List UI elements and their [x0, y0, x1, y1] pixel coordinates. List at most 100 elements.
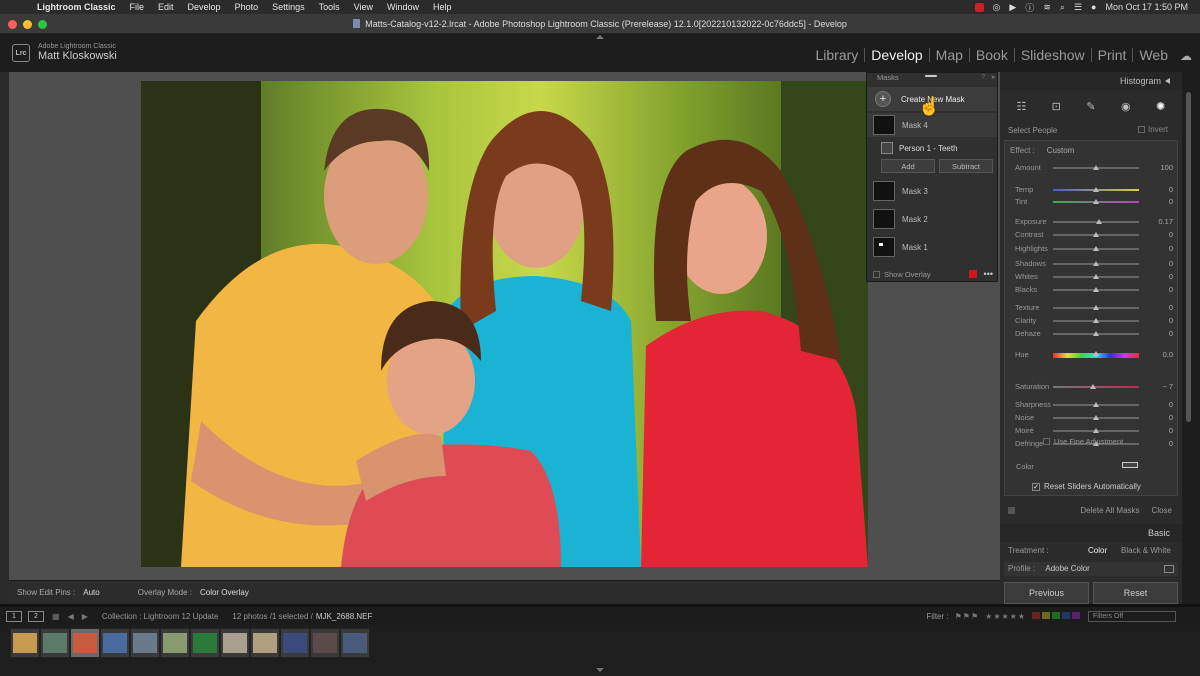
masking-icon[interactable]: ✺: [1153, 100, 1169, 113]
slider-amount[interactable]: Amount 100: [1015, 163, 1173, 173]
delete-all-masks-button[interactable]: Delete All Masks: [1080, 506, 1139, 515]
filmstrip-thumbnail[interactable]: [190, 628, 220, 658]
slider-dehaze[interactable]: Dehaze 0: [1015, 329, 1173, 339]
close-window-icon[interactable]: [8, 20, 17, 29]
filters-off-select[interactable]: Filters Off: [1088, 610, 1176, 622]
cloud-sync-icon[interactable]: ☁: [1180, 49, 1192, 63]
primary-window-button[interactable]: 1: [6, 610, 22, 622]
edit-sliders-icon[interactable]: ☷: [1013, 100, 1029, 113]
slider-value[interactable]: 0: [1169, 303, 1173, 312]
slider-value[interactable]: 0: [1169, 439, 1173, 448]
scrollbar-thumb[interactable]: [1186, 92, 1191, 422]
slider-track[interactable]: [1053, 274, 1139, 279]
spotlight-icon[interactable]: ⌕: [1060, 2, 1065, 13]
subtract-button[interactable]: Subtract: [939, 159, 993, 173]
filename-dropdown[interactable]: MJK_2688.NEF: [316, 612, 372, 621]
menu-app[interactable]: Lightroom Classic: [30, 2, 123, 12]
slider-knob[interactable]: [1093, 331, 1099, 336]
slider-knob[interactable]: [1093, 246, 1099, 251]
slider-track[interactable]: [1053, 402, 1139, 407]
filmstrip-thumbnail[interactable]: [100, 628, 130, 658]
red-eye-icon[interactable]: ◉: [1118, 100, 1134, 113]
back-arrow-icon[interactable]: ◀: [68, 612, 74, 621]
slider-track[interactable]: [1053, 351, 1139, 358]
slider-whites[interactable]: Whites 0: [1015, 272, 1173, 282]
slider-value[interactable]: − 7: [1162, 382, 1173, 391]
slider-value[interactable]: 0: [1169, 259, 1173, 268]
slider-track[interactable]: [1053, 199, 1139, 204]
slider-exposure[interactable]: Exposure 0.17: [1015, 217, 1173, 227]
show-overlay-checkbox[interactable]: [873, 270, 880, 278]
checkmark-icon[interactable]: ✓: [1032, 482, 1040, 491]
slider-track[interactable]: [1053, 415, 1139, 420]
slider-knob[interactable]: [1093, 165, 1099, 170]
drag-handle[interactable]: [925, 75, 937, 77]
slider-track[interactable]: [1053, 318, 1139, 323]
slider-value[interactable]: 0: [1169, 329, 1173, 338]
menu-edit[interactable]: Edit: [151, 2, 181, 12]
slider-track[interactable]: [1053, 305, 1139, 310]
slider-knob[interactable]: [1093, 428, 1099, 433]
more-options-icon[interactable]: •••: [984, 269, 993, 279]
masks-header[interactable]: Masks ? »: [867, 73, 997, 83]
treatment-bw-option[interactable]: Black & White: [1121, 546, 1171, 555]
treatment-color-option[interactable]: Color: [1088, 546, 1107, 555]
previous-button[interactable]: Previous: [1004, 582, 1089, 604]
filmstrip-thumbnail[interactable]: [70, 628, 100, 658]
slider-contrast[interactable]: Contrast 0: [1015, 230, 1173, 240]
slider-value[interactable]: 0: [1169, 197, 1173, 206]
filmstrip-thumbnail[interactable]: [130, 628, 160, 658]
slider-track[interactable]: [1053, 187, 1139, 192]
slider-track[interactable]: [1053, 246, 1139, 251]
info-icon[interactable]: ⓘ: [1025, 1, 1034, 14]
slider-track[interactable]: [1053, 232, 1139, 237]
slider-moir[interactable]: Moiré 0: [1015, 426, 1173, 436]
effect-preset-select[interactable]: Custom: [1047, 146, 1075, 155]
slider-value[interactable]: 0: [1169, 185, 1173, 194]
overlay-color-swatch[interactable]: [968, 270, 977, 278]
slider-knob[interactable]: [1093, 402, 1099, 407]
profile-select[interactable]: Adobe Color: [1045, 564, 1089, 573]
mask-item-1[interactable]: Mask 1: [867, 235, 997, 259]
slider-blacks[interactable]: Blacks 0: [1015, 285, 1173, 295]
play-icon[interactable]: ▶: [1009, 2, 1016, 13]
menu-view[interactable]: View: [347, 2, 380, 12]
mask-item-2[interactable]: Mask 2: [867, 207, 997, 231]
slider-track[interactable]: [1053, 165, 1139, 170]
module-book[interactable]: Book: [970, 48, 1015, 62]
menu-file[interactable]: File: [123, 2, 152, 12]
module-develop[interactable]: Develop: [865, 48, 930, 62]
grid-view-icon[interactable]: ▦: [52, 612, 60, 621]
add-button[interactable]: Add: [881, 159, 935, 173]
color-swatch[interactable]: [1122, 462, 1138, 468]
menu-photo[interactable]: Photo: [228, 2, 266, 12]
slider-track[interactable]: [1053, 384, 1139, 389]
slider-knob[interactable]: [1093, 274, 1099, 279]
wifi-icon[interactable]: ≋: [1043, 2, 1051, 13]
healing-icon[interactable]: ✎: [1083, 100, 1099, 113]
filmstrip-thumbnail[interactable]: [280, 628, 310, 658]
edit-pins-select[interactable]: Auto: [83, 588, 99, 597]
invert-box[interactable]: [1138, 126, 1145, 133]
filmstrip-thumbnail[interactable]: [340, 628, 370, 658]
module-slideshow[interactable]: Slideshow: [1015, 48, 1092, 62]
slider-value[interactable]: 0: [1169, 400, 1173, 409]
record-icon[interactable]: [974, 2, 984, 12]
slider-knob[interactable]: [1089, 384, 1096, 389]
creative-cloud-icon[interactable]: ◎: [993, 2, 1001, 13]
crop-icon[interactable]: ⊡: [1048, 100, 1064, 113]
slider-knob[interactable]: [1093, 199, 1099, 204]
slider-value[interactable]: 0: [1169, 316, 1173, 325]
close-masks-button[interactable]: Close: [1152, 506, 1172, 515]
slider-knob[interactable]: [1093, 187, 1099, 192]
plus-icon[interactable]: +: [875, 91, 891, 107]
menu-settings[interactable]: Settings: [265, 2, 312, 12]
slider-track[interactable]: [1053, 261, 1139, 266]
menu-help[interactable]: Help: [426, 2, 459, 12]
slider-noise[interactable]: Noise 0: [1015, 413, 1173, 423]
slider-sharpness[interactable]: Sharpness 0: [1015, 400, 1173, 410]
clock-text[interactable]: Mon Oct 17 1:50 PM: [1105, 2, 1188, 12]
slider-knob[interactable]: [1093, 232, 1099, 237]
secondary-window-button[interactable]: 2: [28, 610, 44, 622]
menu-tools[interactable]: Tools: [312, 2, 347, 12]
